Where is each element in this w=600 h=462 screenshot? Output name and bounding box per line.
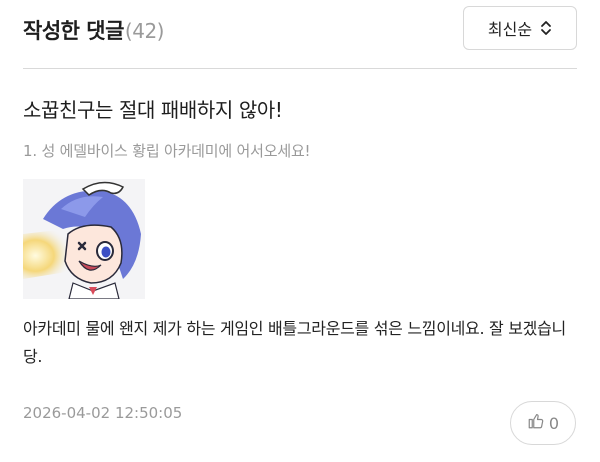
chevron-updown-icon	[540, 20, 552, 36]
comments-header: 작성한 댓글(42) 최신순	[23, 6, 577, 52]
like-button[interactable]: 0	[510, 401, 576, 445]
thumbs-up-icon	[527, 412, 545, 434]
episode-title[interactable]: 1. 성 에델바이스 황립 아카데미에 어서오세요!	[23, 140, 311, 161]
sort-dropdown[interactable]: 최신순	[463, 6, 577, 50]
anime-character-sticker	[23, 179, 145, 300]
header-divider	[23, 68, 577, 69]
comment-count: (42)	[124, 19, 165, 43]
page-title: 작성한 댓글(42)	[23, 15, 164, 45]
comment-body: 아카데미 물에 왠지 제가 하는 게임인 배틀그라운드를 섞은 느낌이네요. 잘…	[23, 319, 566, 366]
comment-timestamp: 2026-04-02 12:50:05	[23, 404, 183, 422]
page-title-text: 작성한 댓글	[23, 19, 124, 43]
like-count: 0	[548, 413, 560, 433]
sort-label: 최신순	[487, 20, 533, 39]
post-title[interactable]: 소꿉친구는 절대 패배하지 않아!	[23, 94, 283, 123]
